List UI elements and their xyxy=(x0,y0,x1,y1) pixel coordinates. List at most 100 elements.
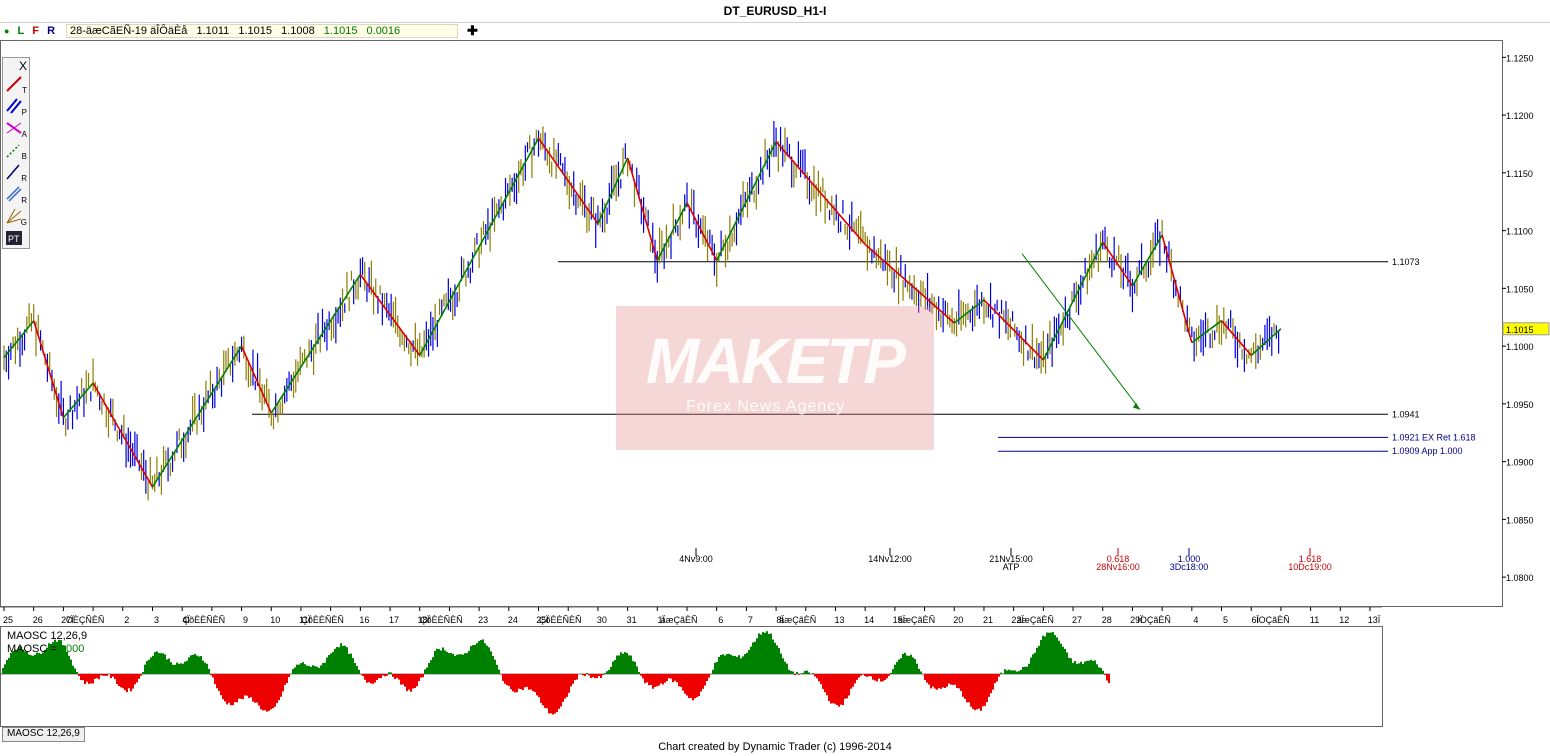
oscillator-bar xyxy=(154,652,156,674)
oscillator-bar xyxy=(598,674,600,677)
oscillator-bar xyxy=(266,674,268,712)
oscillator-bar xyxy=(1068,657,1070,674)
oscillator-bar xyxy=(1028,663,1030,674)
oscillator-bar xyxy=(644,674,646,684)
oscillator-bar xyxy=(354,662,356,674)
oscillator-bar xyxy=(158,653,160,674)
oscillator-bar xyxy=(176,662,178,674)
oscillator-bar xyxy=(848,674,850,696)
oscillator-bar xyxy=(1008,669,1010,674)
oscillator-bar xyxy=(90,674,92,684)
oscillator-bar xyxy=(590,674,592,679)
oscillator-bar xyxy=(860,674,862,676)
oscillator-bar xyxy=(424,669,426,674)
oscillator-bar xyxy=(880,674,882,682)
y-tick-label: 1.1100 xyxy=(1506,227,1533,237)
oscillator-bar xyxy=(702,674,704,689)
oscillator-bar xyxy=(196,655,198,674)
x-tick-label: ÇõÈÈÑÈÑ xyxy=(539,615,582,625)
oscillator-bar xyxy=(820,674,822,685)
oscillator-bar xyxy=(1076,663,1078,674)
oscillator-bar xyxy=(602,674,604,675)
oscillator-bar xyxy=(484,643,486,674)
oscillator-bar xyxy=(186,660,188,674)
oscillator-bar xyxy=(214,674,216,685)
oscillator-bar xyxy=(826,674,828,696)
oscillator-bar xyxy=(1056,637,1058,674)
oscillator-bar xyxy=(560,674,562,707)
oscillator-bar xyxy=(448,653,450,674)
x-tick-label: 5 xyxy=(1223,615,1228,625)
oscillator-bar xyxy=(936,674,938,690)
oscillator-bar xyxy=(620,652,622,674)
time-marker-sublabel: 28Nv16:00 xyxy=(1096,562,1140,572)
oscillator-bar xyxy=(172,664,174,674)
oscillator-bar xyxy=(824,674,826,693)
y-tick-label: 1.0850 xyxy=(1506,515,1534,525)
toolbox-bar-count-button[interactable]: B xyxy=(5,141,27,161)
swing-line xyxy=(775,141,866,245)
oscillator-bar xyxy=(240,674,242,699)
oscillator-bar xyxy=(260,674,262,710)
oscillator-bar xyxy=(1086,660,1088,674)
oscillator-bar xyxy=(1074,661,1076,674)
oscillator-bar xyxy=(592,674,594,678)
oscillator-bar xyxy=(682,674,684,691)
oscillator-bar xyxy=(698,674,700,697)
time-marker-label: 14Nv12:00 xyxy=(868,554,912,564)
oscillator-bar xyxy=(146,661,148,674)
oscillator-bar xyxy=(642,674,644,679)
toolbox-gann-fan-button[interactable]: G xyxy=(5,207,27,227)
toolbox-alternate-price-projection-button[interactable]: A xyxy=(5,119,27,139)
y-tick-label: 1.0800 xyxy=(1506,573,1534,583)
oscillator-bar xyxy=(716,661,718,674)
oscillator-bar xyxy=(342,645,344,674)
oscillator-bar xyxy=(200,656,202,674)
oscillator-bar xyxy=(328,655,330,674)
oscillator-bar xyxy=(168,658,170,674)
price-level-label: 1.1073 xyxy=(1392,257,1420,267)
oscillator-bar xyxy=(1046,632,1048,674)
oscillator-bar xyxy=(872,674,874,680)
toolbox-range-retracement-button[interactable]: R xyxy=(5,185,27,205)
oscillator-bar xyxy=(650,674,652,685)
oscillator-bar xyxy=(282,674,284,692)
toolbox-pattern-template-button[interactable]: PT xyxy=(5,229,27,249)
toolbox-parallel-lines-button[interactable]: P xyxy=(5,97,27,117)
oscillator-bar xyxy=(572,674,574,684)
oscillator-bar xyxy=(758,633,760,674)
oscillator-bar xyxy=(942,674,944,688)
oscillator-bar xyxy=(1042,635,1044,674)
oscillator-bar xyxy=(460,654,462,674)
oscillator-bar xyxy=(10,652,12,674)
oscillator-bar xyxy=(622,653,624,674)
oscillator-bar xyxy=(686,674,688,696)
oscillator-bar xyxy=(522,674,524,691)
oscillator-bar xyxy=(614,660,616,674)
oscillator-bar xyxy=(1092,660,1094,674)
x-tick-label: 10 xyxy=(270,615,280,625)
time-marker-label: 4Nv9:00 xyxy=(679,554,713,564)
x-tick-label: 25 xyxy=(3,615,13,625)
oscillator-bar xyxy=(558,674,560,709)
oscillator-bar xyxy=(324,662,326,674)
oscillator-bar xyxy=(318,668,320,674)
x-tick-label: äæÇãÈÑ xyxy=(1017,615,1054,625)
swing-line xyxy=(686,202,718,261)
toolbox-trend-line-button[interactable]: T xyxy=(5,75,27,95)
oscillator-bar xyxy=(952,674,954,685)
oscillator-bar xyxy=(114,674,116,680)
oscillator-bar xyxy=(132,674,134,689)
oscillator-bar xyxy=(4,664,6,674)
oscillator-bar xyxy=(732,656,734,674)
oscillator-bar xyxy=(78,674,80,676)
oscillator-bar xyxy=(906,655,908,674)
oscillator-bar xyxy=(76,671,78,674)
watermark: MAKETP Forex News Agency xyxy=(616,306,934,450)
toolbox-close-button[interactable]: X xyxy=(5,59,27,73)
oscillator-bar xyxy=(1102,670,1104,674)
toolbox-retracement-button[interactable]: R xyxy=(5,163,27,183)
oscillator-bar xyxy=(526,674,528,687)
oscillator-bar xyxy=(744,654,746,674)
oscillator-bar xyxy=(920,671,922,674)
